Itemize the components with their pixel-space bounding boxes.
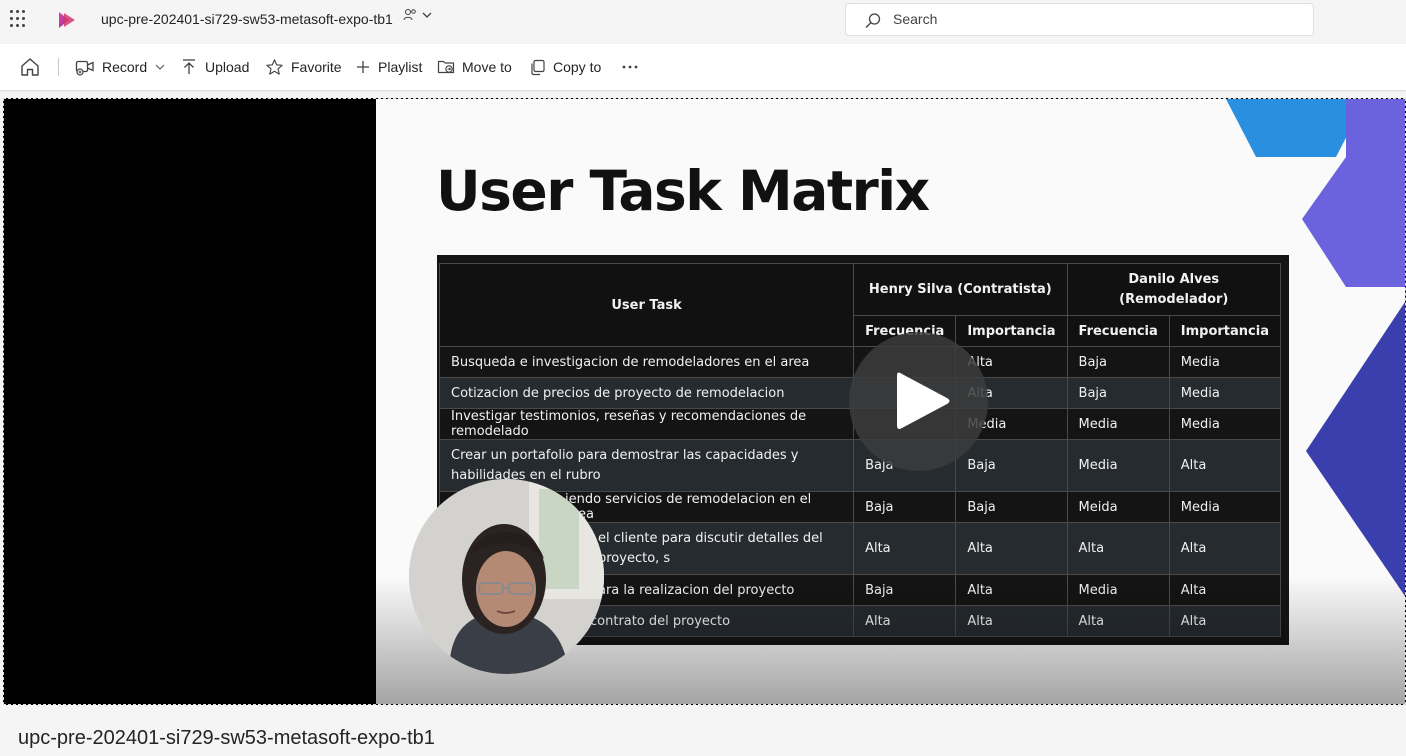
value-cell: Baja [853,574,957,606]
value-cell: Alta [955,574,1068,606]
toolbar-divider [58,58,59,76]
stream-logo-icon[interactable] [57,10,77,30]
playlist-label: Playlist [378,59,423,75]
home-icon [21,58,39,76]
value-cell: Alta [1168,439,1282,492]
share-people-icon[interactable] [403,8,417,22]
task-cell: Investigar testimonios, reseñas y recome… [438,408,855,440]
chevron-down-icon[interactable] [421,9,433,21]
record-button[interactable]: Record [75,55,166,79]
value-cell: Meida [1066,491,1170,523]
task-cell: Cotizacion de precios de proyecto de rem… [438,377,855,409]
value-cell: Media [1168,491,1282,523]
more-horizontal-icon [622,65,638,69]
value-cell: Alta [955,522,1068,575]
header-danilo-line2: (Remodelador) [1119,291,1229,307]
value-cell: Media [1066,439,1170,492]
move-to-button[interactable]: Move to [437,55,512,79]
table-row: Crear un portafolio para demostrar las c… [438,439,1282,492]
search-box[interactable] [845,3,1314,36]
decorative-shape-indigo [1306,302,1405,597]
copy-to-button[interactable]: Copy to [529,55,601,79]
plus-icon [357,61,369,73]
video-title: upc-pre-202401-si729-sw53-metasoft-expo-… [18,727,435,749]
top-bar: upc-pre-202401-si729-sw53-metasoft-expo-… [0,0,1406,40]
search-input[interactable] [893,11,1293,27]
slide-title: User Task Matrix [436,159,930,223]
app-launcher-icon[interactable] [9,10,27,28]
subheader-importancia: Importancia [1168,315,1282,347]
value-cell: Baja [853,491,957,523]
value-cell: Alta [1066,522,1170,575]
task-cell: Busqueda e investigacion de remodeladore… [438,346,855,378]
value-cell: Alta [853,522,957,575]
favorite-label: Favorite [291,59,342,75]
value-cell: Media [1066,408,1170,440]
header-danilo-line1: Danilo Alves [1128,271,1220,287]
value-cell: Baja [955,439,1068,492]
document-title: upc-pre-202401-si729-sw53-metasoft-expo-… [101,11,393,27]
value-cell: Media [1168,346,1282,378]
play-icon [897,372,950,429]
upload-icon [183,59,195,74]
copy-to-label: Copy to [553,59,602,75]
more-actions-button[interactable] [621,55,639,79]
header-danilo-alves: Danilo Alves (Remodelador) [1066,263,1282,316]
copy-icon [531,59,545,75]
search-icon [865,13,881,28]
star-icon [266,58,283,75]
home-button[interactable] [19,55,41,79]
value-cell: Alta [853,605,957,637]
record-camera-icon [75,60,94,76]
play-button[interactable] [849,332,988,471]
decorative-shape-purple [1302,99,1405,287]
presenter-webcam-bubble [409,479,604,674]
favorite-button[interactable]: Favorite [265,55,342,79]
value-cell: Alta [1168,522,1282,575]
upload-label: Upload [205,59,250,75]
value-cell: Media [1168,408,1282,440]
folder-move-icon [437,60,455,74]
upload-button[interactable]: Upload [180,55,249,79]
value-cell: Baja [955,491,1068,523]
chevron-down-icon [155,64,165,70]
value-cell: Alta [1168,605,1282,637]
record-label: Record [102,59,148,75]
value-cell: Alta [955,605,1068,637]
subheader-frecuencia: Frecuencia [1066,315,1170,347]
value-cell: Baja [1066,377,1170,409]
move-to-label: Move to [462,59,512,75]
value-cell: Alta [1066,605,1170,637]
add-to-playlist-button[interactable]: Playlist [355,55,422,79]
presenter-image [409,479,604,674]
header-user-task: User Task [438,263,855,347]
value-cell: Baja [1066,346,1170,378]
value-cell: Media [1066,574,1170,606]
value-cell: Alta [1168,574,1282,606]
header-henry-silva: Henry Silva (Contratista) [853,263,1068,316]
video-player[interactable]: User Task Matrix User Task Henry Silva (… [3,98,1406,705]
subheader-importancia: Importancia [955,315,1068,347]
command-bar: Record Upload Favorite Playlist Move to … [0,44,1406,90]
value-cell: Media [1168,377,1282,409]
